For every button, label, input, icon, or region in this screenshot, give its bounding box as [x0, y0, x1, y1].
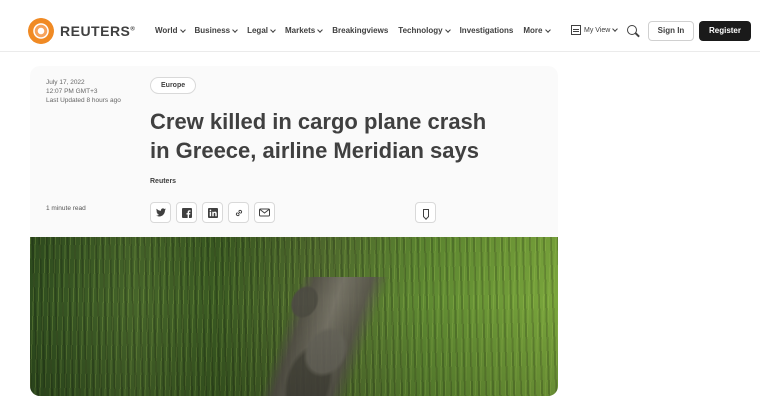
byline[interactable]: Reuters — [150, 178, 176, 185]
site-header: REUTERS® World Business Legal Markets Br… — [0, 0, 760, 52]
nav-item-technology[interactable]: Technology — [398, 26, 451, 35]
nav-item-legal[interactable]: Legal — [247, 26, 276, 35]
register-button[interactable]: Register — [699, 21, 751, 41]
my-view-menu[interactable]: My View — [571, 25, 619, 35]
facebook-icon — [181, 207, 192, 218]
reuters-logo[interactable]: REUTERS® — [28, 18, 135, 44]
chevron-down-icon — [232, 26, 238, 33]
nav-item-markets[interactable]: Markets — [285, 26, 324, 35]
logo-text: REUTERS® — [60, 23, 136, 39]
chevron-down-icon — [612, 26, 619, 32]
email-icon — [259, 208, 270, 217]
my-view-label: My View — [584, 26, 611, 34]
publish-time: 12:07 PM GMT+3 — [46, 88, 98, 95]
chevron-down-icon — [179, 26, 186, 33]
chevron-down-icon — [270, 26, 276, 33]
category-tag[interactable]: Europe — [150, 77, 197, 94]
bookmark-button[interactable] — [415, 202, 436, 223]
linkedin-icon — [207, 207, 218, 218]
publish-date: July 17, 2022 — [46, 79, 85, 86]
search-icon[interactable] — [627, 25, 639, 37]
chevron-down-icon — [544, 26, 551, 33]
read-time: 1 minute read — [46, 205, 86, 212]
sign-in-button[interactable]: Sign In — [648, 21, 694, 41]
bookmark-icon — [422, 208, 429, 217]
article-card: July 17, 2022 12:07 PM GMT+3 Last Update… — [30, 66, 558, 396]
nav-item-breakingviews[interactable]: Breakingviews — [332, 26, 388, 35]
nav-item-more[interactable]: More — [523, 26, 551, 35]
reuters-logo-icon — [28, 18, 54, 44]
linkedin-share-button[interactable] — [202, 202, 223, 223]
main-nav: World Business Legal Markets Breakingvie… — [155, 26, 560, 35]
facebook-share-button[interactable] — [176, 202, 197, 223]
share-bar — [150, 202, 280, 223]
email-share-button[interactable] — [254, 202, 275, 223]
nav-item-world[interactable]: World — [155, 26, 186, 35]
twitter-share-button[interactable] — [150, 202, 171, 223]
link-icon — [235, 209, 242, 216]
article-hero-image — [30, 237, 558, 396]
my-view-icon — [571, 25, 581, 35]
copy-link-button[interactable] — [228, 202, 249, 223]
chevron-down-icon — [444, 26, 451, 33]
article-meta: July 17, 2022 12:07 PM GMT+3 Last Update… — [46, 78, 121, 105]
twitter-icon — [155, 208, 166, 217]
chevron-down-icon — [317, 26, 324, 33]
nav-item-business[interactable]: Business — [195, 26, 238, 35]
nav-item-investigations[interactable]: Investigations — [460, 26, 514, 35]
article-headline: Crew killed in cargo plane crash in Gree… — [150, 109, 487, 163]
last-updated: Last Updated 8 hours ago — [46, 97, 121, 104]
